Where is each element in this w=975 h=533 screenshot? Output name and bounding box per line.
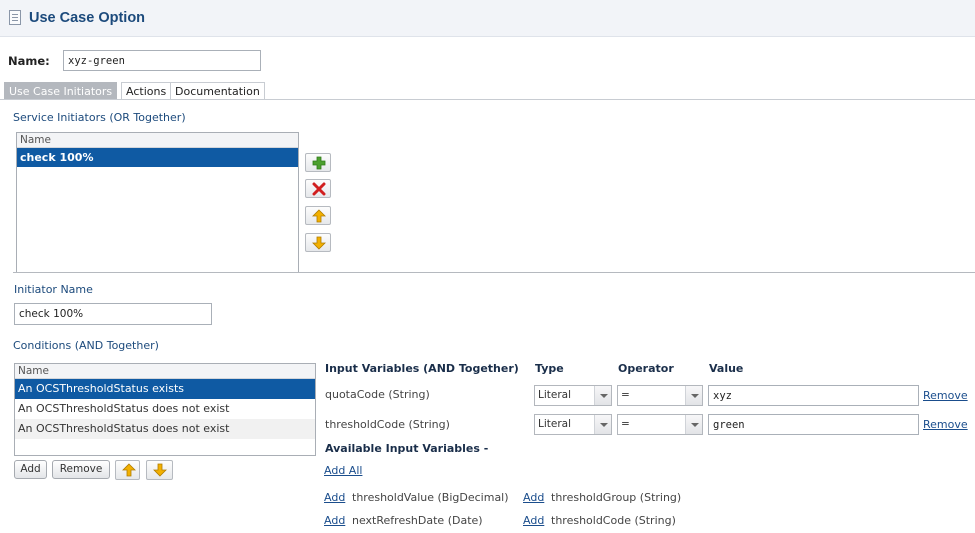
add-icon	[312, 156, 326, 170]
available-variable-name: thresholdCode (String)	[551, 514, 676, 527]
delete-icon	[312, 182, 326, 196]
value-column-header: Value	[709, 362, 744, 375]
tab-divider	[0, 99, 975, 100]
operator-select-value: =	[621, 389, 630, 401]
arrow-up-icon	[312, 209, 326, 223]
move-up-initiator-button[interactable]	[305, 206, 331, 225]
add-variable-link[interactable]: Add	[324, 491, 345, 504]
remove-variable-link[interactable]: Remove	[923, 389, 968, 402]
operator-select[interactable]: =	[617, 414, 703, 435]
name-label: Name:	[8, 54, 50, 68]
add-all-link[interactable]: Add All	[324, 464, 362, 477]
list-item[interactable]: An OCSThresholdStatus exists	[15, 379, 315, 399]
initiator-name-input[interactable]	[14, 303, 212, 325]
conditions-label: Conditions (AND Together)	[13, 339, 159, 352]
name-input[interactable]	[63, 50, 261, 71]
move-down-condition-button[interactable]	[146, 460, 173, 480]
remove-condition-button[interactable]: Remove	[52, 460, 110, 479]
move-down-initiator-button[interactable]	[305, 233, 331, 252]
type-select-value: Literal	[538, 389, 572, 401]
list-column-header: Name	[15, 364, 315, 379]
service-initiators-label: Service Initiators (OR Together)	[13, 111, 186, 124]
tab-use-case-initiators[interactable]: Use Case Initiators	[4, 82, 118, 100]
delete-initiator-button[interactable]	[305, 179, 331, 198]
list-item[interactable]: check 100%	[17, 148, 298, 167]
move-up-condition-button[interactable]	[115, 460, 140, 480]
conditions-list[interactable]: Name An OCSThresholdStatus exists An OCS…	[14, 363, 316, 456]
chevron-down-icon	[685, 415, 702, 434]
page-header: Use Case Option	[0, 0, 975, 37]
type-select[interactable]: Literal	[534, 414, 612, 435]
remove-variable-link[interactable]: Remove	[923, 418, 968, 431]
operator-column-header: Operator	[618, 362, 674, 375]
available-variables-title: Available Input Variables -	[325, 442, 489, 455]
type-column-header: Type	[535, 362, 564, 375]
chevron-down-icon	[594, 386, 611, 405]
add-variable-link[interactable]: Add	[324, 514, 345, 527]
document-icon	[9, 10, 21, 25]
page-title: Use Case Option	[29, 10, 146, 26]
available-variable-name: thresholdValue (BigDecimal)	[352, 491, 509, 504]
section-divider	[13, 272, 975, 273]
input-variable-name: thresholdCode (String)	[325, 418, 450, 431]
initiator-name-label: Initiator Name	[14, 283, 93, 296]
list-item[interactable]: An OCSThresholdStatus does not exist	[15, 419, 315, 439]
tab-documentation[interactable]: Documentation	[170, 82, 265, 100]
type-select[interactable]: Literal	[534, 385, 612, 406]
value-input[interactable]	[708, 385, 919, 406]
list-column-header: Name	[17, 133, 298, 148]
input-variables-header: Input Variables (AND Together)	[325, 362, 519, 375]
type-select-value: Literal	[538, 418, 572, 430]
available-variable-name: nextRefreshDate (Date)	[352, 514, 483, 527]
service-initiators-list[interactable]: Name check 100%	[16, 132, 299, 273]
chevron-down-icon	[594, 415, 611, 434]
arrow-up-icon	[122, 463, 136, 477]
input-variable-name: quotaCode (String)	[325, 388, 430, 401]
available-variable-name: thresholdGroup (String)	[551, 491, 682, 504]
list-item[interactable]: An OCSThresholdStatus does not exist	[15, 399, 315, 419]
arrow-down-icon	[153, 463, 167, 477]
add-initiator-button[interactable]	[305, 153, 331, 172]
chevron-down-icon	[685, 386, 702, 405]
operator-select[interactable]: =	[617, 385, 703, 406]
value-input[interactable]	[708, 414, 919, 435]
add-variable-link[interactable]: Add	[523, 491, 544, 504]
operator-select-value: =	[621, 418, 630, 430]
add-variable-link[interactable]: Add	[523, 514, 544, 527]
arrow-down-icon	[312, 236, 326, 250]
tab-actions[interactable]: Actions	[121, 82, 172, 100]
add-condition-button[interactable]: Add	[14, 460, 47, 479]
